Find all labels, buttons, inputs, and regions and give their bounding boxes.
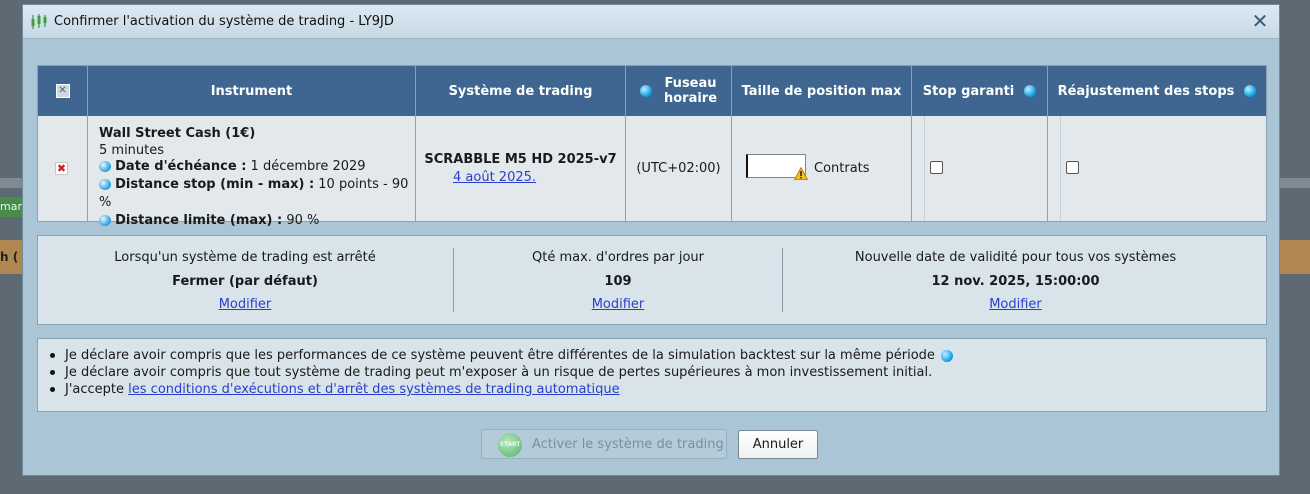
bullet [50,370,55,375]
system-name: SCRABBLE M5 HD 2025-v7 [424,152,617,167]
background-app-orange-row: h ( [0,240,22,274]
instrument-cell: Wall Street Cash (1€) 5 minutes Date d'é… [88,116,416,228]
activate-button-label: Activer le système de trading [532,437,724,452]
stop-adjust-checkbox[interactable] [1066,161,1079,174]
header-timezone: Fuseau horaire [626,66,732,116]
declarations-panel: Je déclare avoir compris que les perform… [37,338,1267,412]
background-app-orange-row-right [1280,240,1310,274]
declaration-item: Je déclare avoir compris que les perform… [50,348,954,363]
max-orders-setting: Qté max. d'ordres par jour 109 Modifier [454,236,782,324]
trading-system-table: ✕ Instrument Système de trading Fuseau h… [37,65,1267,228]
position-size-cell: Contrats [732,116,912,221]
stop-behavior-setting: Lorsqu'un système de trading est arrêté … [38,236,452,324]
timezone-cell: (UTC+02:00) [626,116,732,221]
system-cell: SCRABBLE M5 HD 2025-v7 4 août 2025. [416,116,626,221]
stop-guaranteed-checkbox[interactable] [930,161,943,174]
validity-date-label: Nouvelle date de validité pour tous vos … [854,250,1177,265]
warning-icon [794,167,808,180]
stop-adjust-cell [1048,116,1266,221]
header-instrument: Instrument [88,66,416,116]
distance-stop-label: Distance stop (min - max) : [115,177,315,192]
header-position-size: Taille de position max [732,66,912,116]
max-orders-label: Qté max. d'ordres par jour [531,250,704,265]
modify-validity-date-link[interactable]: Modifier [989,297,1042,312]
declaration-item: J'accepte les conditions d'exécutions et… [50,382,620,397]
info-bubble-icon[interactable] [99,215,111,226]
info-bubble-icon[interactable] [1244,85,1257,97]
conditions-link[interactable]: les conditions d'exécutions et d'arrêt d… [128,382,619,397]
header-stop-adjust-label: Réajustement des stops [1057,83,1235,99]
close-icon[interactable]: ✕ [1249,10,1271,32]
header-remove-column: ✕ [38,66,88,116]
expiry-label: Date d'échéance : [115,159,247,174]
header-system: Système de trading [416,66,626,116]
header-stop-adjust: Réajustement des stops [1048,66,1266,116]
background-app-band-right [1280,178,1310,188]
info-bubble-icon[interactable] [99,161,111,172]
confirm-activation-dialog: Confirmer l'activation du système de tra… [22,4,1280,476]
header-stop-guaranteed-label: Stop garanti [922,83,1015,99]
bullet [50,353,55,358]
info-bubble-icon[interactable] [941,349,954,362]
expiry-row: Date d'échéance : 1 décembre 2029 [99,158,415,176]
candlestick-chart-icon [31,14,47,29]
background-app-band [0,178,22,188]
distance-limit-value: 90 % [282,213,320,228]
bullet [50,387,55,392]
validity-date-setting: Nouvelle date de validité pour tous vos … [783,236,1248,324]
cancel-button[interactable]: Annuler [738,430,818,459]
modify-stop-behavior-link[interactable]: Modifier [219,297,272,312]
position-unit: Contrats [814,161,870,176]
settings-panel: Lorsqu'un système de trading est arrêté … [37,235,1267,325]
cell-divider [1060,116,1061,221]
instrument-name: Wall Street Cash (1€) [99,126,256,141]
stop-guaranteed-cell [912,116,1048,221]
start-icon: START [498,433,522,457]
expiry-value: 1 décembre 2029 [246,159,366,174]
header-timezone-label: Fuseau horaire [663,76,718,106]
distance-stop-row: Distance stop (min - max) : 10 points - … [99,176,415,212]
remove-all-icon[interactable]: ✕ [55,84,70,98]
remove-row-icon[interactable]: ✖ [55,162,68,175]
dialog-titlebar: Confirmer l'activation du système de tra… [23,5,1279,39]
declaration-item: Je déclare avoir compris que tout systèm… [50,365,932,380]
dialog-title: Confirmer l'activation du système de tra… [54,14,394,29]
activate-system-button[interactable]: START Activer le système de trading [481,429,727,459]
modify-max-orders-link[interactable]: Modifier [592,297,645,312]
cell-divider [924,116,925,221]
max-orders-value: 109 [604,274,632,289]
background-app-green-tag: marc [0,197,22,217]
header-stop-guaranteed: Stop garanti [912,66,1048,116]
row-remove-cell: ✖ [38,116,88,221]
stop-behavior-value: Fermer (par défaut) [172,274,318,289]
instrument-timeframe: 5 minutes [99,143,165,158]
info-bubble-icon[interactable] [99,179,111,190]
stop-behavior-label: Lorsqu'un système de trading est arrêté [114,250,376,265]
system-date-link[interactable]: 4 août 2025. [453,170,536,185]
declaration-text: Je déclare avoir compris que les perform… [65,348,935,363]
info-bubble-icon[interactable] [1024,85,1037,97]
declaration-text: J'accepte [65,382,129,397]
declaration-text: Je déclare avoir compris que tout systèm… [65,365,933,380]
timezone-value: (UTC+02:00) [636,161,721,176]
info-bubble-icon[interactable] [639,85,652,97]
validity-date-value: 12 nov. 2025, 15:00:00 [931,274,1100,289]
distance-limit-label: Distance limite (max) : [115,213,283,228]
distance-limit-row: Distance limite (max) : 90 % [99,212,415,230]
